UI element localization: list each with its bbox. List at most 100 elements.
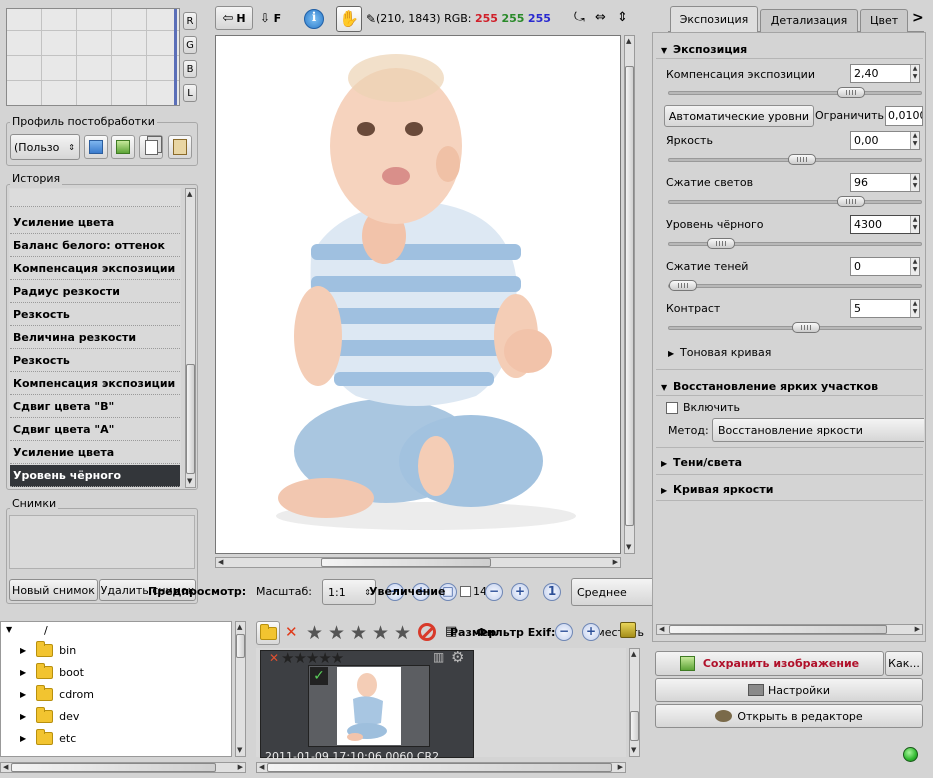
tree-scroll-thumb[interactable]: [236, 634, 245, 658]
tree-hscroll[interactable]: ◀ ▶: [0, 762, 246, 773]
reject-icon[interactable]: [418, 623, 436, 641]
open-editor-button[interactable]: Открыть в редакторе: [655, 704, 923, 728]
eyedropper-icon[interactable]: ✎: [366, 12, 376, 26]
black-input[interactable]: 4300 ▲ ▼: [850, 215, 920, 234]
tab-exposure[interactable]: Экспозиция: [670, 6, 758, 33]
tool-panel-hscroll[interactable]: ◀ ▶: [656, 624, 923, 635]
tree-item[interactable]: ▶ etc: [20, 728, 76, 748]
history-item[interactable]: Сдвиг цвета "B": [10, 396, 180, 418]
expand-icon[interactable]: ▶: [20, 734, 26, 743]
save-image-button[interactable]: Сохранить изображение: [655, 651, 884, 676]
history-item[interactable]: Усиление цвета: [10, 212, 180, 234]
history-item[interactable]: Сдвиг цвета "A": [10, 419, 180, 441]
filmstrip-vscroll-thumb[interactable]: [630, 711, 639, 741]
profile-save-button[interactable]: [111, 135, 135, 159]
contrast-slider[interactable]: [668, 322, 922, 333]
history-item[interactable]: Уровень чёрного: [10, 465, 180, 487]
tree-root-expander[interactable]: ▼: [6, 625, 12, 634]
profile-load-button[interactable]: [84, 135, 108, 159]
scale-select[interactable]: 1:1 ⇕: [322, 579, 376, 605]
comp-slider-knob[interactable]: [837, 87, 865, 98]
shadow-input[interactable]: 0 ▲ ▼: [850, 257, 920, 276]
thumb-check-icon[interactable]: ✓: [310, 667, 328, 685]
histogram-b-button[interactable]: B: [183, 60, 197, 78]
filmstrip-vscroll[interactable]: ▲ ▼: [629, 648, 640, 757]
histogram-l-button[interactable]: L: [183, 84, 197, 102]
star-icon[interactable]: ★: [372, 623, 389, 643]
history-item[interactable]: Усиление цвета: [10, 442, 180, 464]
tab-detail[interactable]: Детализация: [760, 9, 858, 32]
lum-curve-header[interactable]: ▶ Кривая яркости: [661, 483, 773, 496]
next-image-button[interactable]: ⇩ F: [260, 11, 281, 25]
recovery-enable-checkbox[interactable]: [666, 402, 678, 414]
histogram-g-button[interactable]: G: [183, 36, 197, 54]
tree-item[interactable]: ▶ cdrom: [20, 684, 94, 704]
auto-levels-button[interactable]: Автоматические уровни: [664, 105, 814, 127]
expand-icon[interactable]: ▶: [20, 668, 26, 677]
star-icon[interactable]: ★: [328, 623, 345, 643]
preview-hscroll[interactable]: ◀ ▶: [215, 557, 621, 568]
new-snapshot-button[interactable]: Новый снимок: [9, 579, 98, 601]
brightness-input[interactable]: 0,00 ▲ ▼: [850, 131, 920, 150]
preview-hscroll-thumb[interactable]: [321, 558, 491, 567]
tab-color[interactable]: Цвет: [860, 9, 908, 32]
rotate-icon[interactable]: ⤿: [574, 10, 585, 25]
recovery-method-select[interactable]: Восстановление яркости: [712, 418, 924, 442]
histogram-r-button[interactable]: R: [183, 12, 197, 30]
info-icon[interactable]: i: [304, 9, 324, 29]
tree-item[interactable]: ▶ bin: [20, 640, 76, 660]
save-as-button[interactable]: Как...: [885, 651, 923, 676]
thumbnail-card[interactable]: ✕ ★★★★★ ▥ ⚙ ✓ 2011-01-09 17:10:06 0060.C…: [260, 648, 474, 759]
filmstrip-hscroll[interactable]: ◀ ▶: [256, 762, 626, 773]
profile-copy-button[interactable]: [139, 135, 163, 159]
shadows-highlights-header[interactable]: ▶ Тени/света: [661, 456, 742, 469]
history-item[interactable]: Компенсация экспозиции: [10, 258, 180, 280]
zoom-checkbox[interactable]: [460, 586, 471, 597]
history-item[interactable]: Величина резкости: [10, 327, 180, 349]
tree-item[interactable]: ▶ boot: [20, 662, 84, 682]
clip-input[interactable]: 0,0100: [885, 106, 923, 126]
star-icon[interactable]: ★: [394, 623, 411, 643]
star-icon[interactable]: ★: [350, 623, 367, 643]
settings-button[interactable]: Настройки: [655, 678, 923, 702]
spin-arrows-icon[interactable]: ▲ ▼: [910, 65, 919, 82]
preview-area[interactable]: [215, 35, 621, 554]
history-item[interactable]: Баланс белого: оттенок: [10, 235, 180, 257]
black-slider-knob[interactable]: [707, 238, 736, 249]
highlight-input[interactable]: 96 ▲ ▼: [850, 173, 920, 192]
highlight-slider[interactable]: [668, 196, 922, 207]
tree-item[interactable]: ▶ dev: [20, 706, 79, 726]
profile-select[interactable]: (Пользо ⇕: [10, 134, 80, 160]
profile-paste-button[interactable]: [168, 135, 192, 159]
expand-icon[interactable]: ▶: [20, 646, 26, 655]
contrast-input[interactable]: 5 ▲ ▼: [850, 299, 920, 318]
preview-vscroll[interactable]: ▲ ▼: [624, 35, 635, 554]
history-item[interactable]: Резкость: [10, 350, 180, 372]
comp-input[interactable]: 2,40 ▲ ▼: [850, 64, 920, 83]
preview-vscroll-thumb[interactable]: [625, 66, 634, 526]
zoom-100-icon[interactable]: 1: [543, 583, 561, 601]
tabs-next-icon[interactable]: >: [912, 10, 924, 26]
history-item[interactable]: Компенсация экспозиции: [10, 373, 180, 395]
spin-arrows-icon[interactable]: ▲ ▼: [910, 258, 919, 275]
prev-image-button[interactable]: ⇦ H: [215, 6, 253, 30]
contrast-slider-knob[interactable]: [792, 322, 821, 333]
thumb-trash-icon[interactable]: ▥: [433, 650, 444, 664]
shadow-slider[interactable]: [668, 280, 922, 291]
tree-root[interactable]: /: [44, 624, 48, 637]
quality-select[interactable]: Среднее: [571, 578, 655, 606]
expand-icon[interactable]: ▶: [20, 712, 26, 721]
tree-hscroll-thumb[interactable]: [11, 763, 216, 772]
brightness-slider[interactable]: [668, 154, 922, 165]
expand-icon[interactable]: ▶: [20, 690, 26, 699]
spin-arrows-icon[interactable]: ▲ ▼: [910, 216, 919, 233]
hand-tool-button[interactable]: ✋: [336, 6, 362, 32]
exposure-section-header[interactable]: ▼ Экспозиция: [661, 43, 747, 56]
delete-icon[interactable]: ✕: [285, 623, 298, 641]
history-item[interactable]: Радиус резкости: [10, 281, 180, 303]
flip-v-icon[interactable]: ⇕: [617, 10, 628, 25]
zoom-out-icon[interactable]: −: [485, 583, 503, 601]
shadow-slider-knob[interactable]: [669, 280, 697, 291]
filmstrip-extra-icon[interactable]: [620, 622, 636, 638]
black-slider[interactable]: [668, 238, 922, 249]
